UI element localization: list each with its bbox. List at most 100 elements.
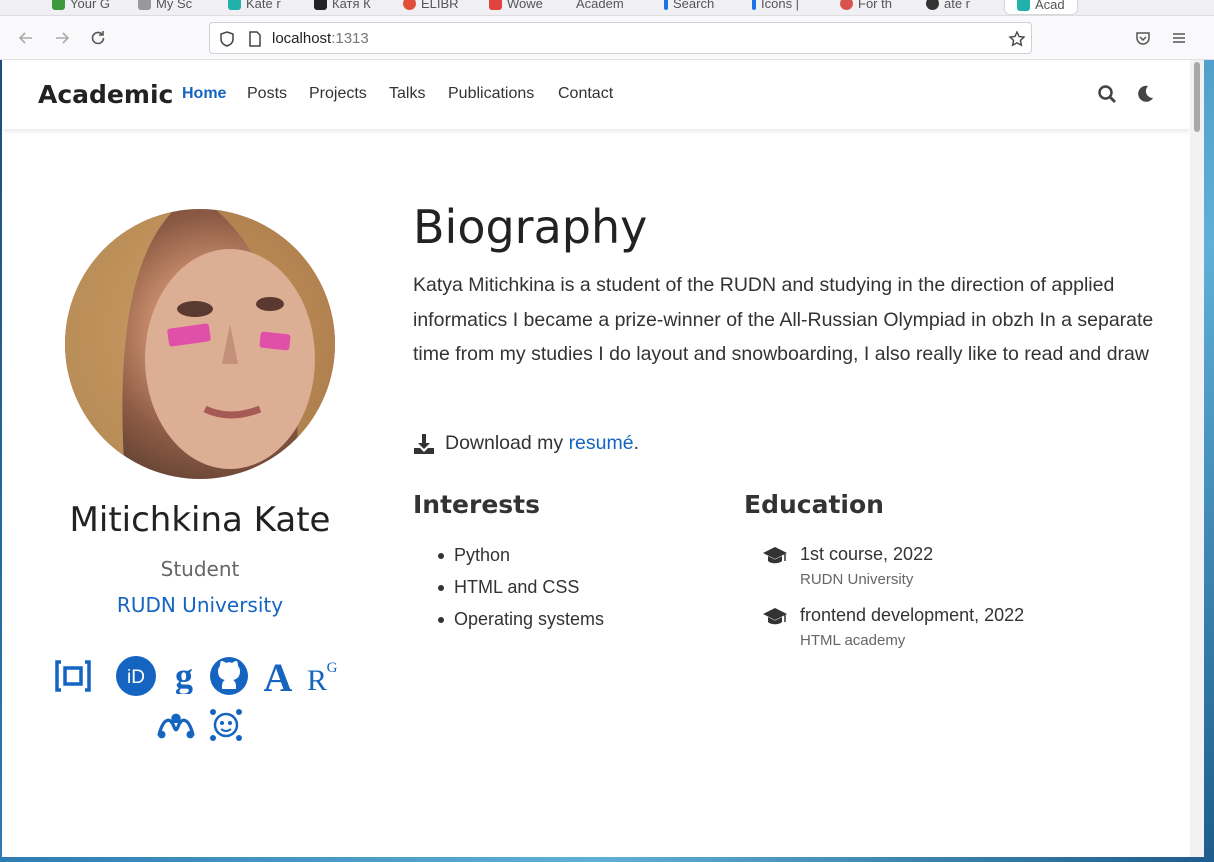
tab-favicon-icon [1017,0,1030,11]
graduation-cap-icon [763,547,787,564]
tab-favicon-icon [664,0,668,10]
browser-tab-bar: Your G My Sc Kate r Катя К ELIBR Wowe Ac… [0,0,1214,16]
browser-tab[interactable]: ate r [926,0,970,12]
profile-role: Student [160,557,240,581]
mendeley-link[interactable] [156,705,196,745]
browser-tab-active[interactable]: Acad [1005,0,1077,14]
svg-text:R: R [307,664,327,695]
github-icon [210,657,248,695]
google-scholar-link[interactable]: g [164,656,204,696]
interest-item: HTML and CSS [438,577,579,598]
browser-tab[interactable]: Wowe [489,0,543,12]
browser-tab[interactable]: My Sc [138,0,192,12]
tab-favicon-icon [314,0,327,10]
education-title: Education [744,490,884,519]
profile-organization[interactable]: RUDN University [2,593,398,617]
svg-text:G: G [327,660,338,676]
page-scrollbar[interactable] [1190,60,1204,857]
avatar-portrait [65,209,335,479]
education-item: 1st course, 2022 RUDN University [762,544,933,588]
tab-favicon-icon [840,0,853,10]
interests-title: Interests [413,490,541,519]
interest-label: Python [454,545,511,565]
tab-label: Search [673,0,715,11]
resume-link[interactable]: resumé [569,432,634,454]
url-bar[interactable]: localhost:1313 [209,22,1032,54]
browser-tab[interactable]: Your G [52,0,110,12]
tab-favicon-icon [228,0,241,10]
tab-favicon-icon [52,0,65,10]
arrow-left-icon [18,32,32,44]
moon-icon[interactable] [1135,84,1155,104]
education-course: 1st course, 2022 [800,544,934,564]
search-icon[interactable] [1097,84,1117,104]
nav-home[interactable]: Home [182,85,226,103]
nav-contact[interactable]: Contact [558,85,613,103]
tab-label: For th [858,0,892,11]
bullet-icon [438,584,444,591]
google-scholar-icon: g [175,658,193,694]
svg-text:iD: iD [127,667,145,688]
tab-label: ate r [944,0,971,11]
browser-tab[interactable]: Search [664,0,714,12]
tab-favicon-icon [489,0,502,10]
download-resume: Download my resumé. [413,432,639,455]
url-port: :1313 [331,29,369,47]
education-item: frontend development, 2022 HTML academy [762,605,1024,649]
nav-posts[interactable]: Posts [247,85,287,103]
pocket-button[interactable] [1129,24,1157,52]
site-header: Academic Home Posts Projects Talks Publi… [2,60,1190,129]
nav-talks[interactable]: Talks [389,85,425,103]
scrollbar-thumb[interactable] [1194,62,1200,132]
nav-publications[interactable]: Publications [448,85,534,103]
interest-label: HTML and CSS [454,577,580,597]
svg-text:A: A [264,657,293,695]
tab-label: Acad [1035,0,1065,12]
interest-item: Operating systems [438,609,604,630]
education-institution: HTML academy [800,632,906,649]
biography-title: Biography [413,200,648,254]
menu-button[interactable] [1165,24,1193,52]
page-icon[interactable] [246,30,264,48]
interest-label: Operating systems [454,609,605,629]
browser-tab[interactable]: Kate r [228,0,281,12]
kaggle-link[interactable] [206,705,246,745]
bookmark-star-icon[interactable] [1008,30,1026,48]
arrow-right-icon [56,32,70,44]
reload-button[interactable] [84,24,112,52]
email-link[interactable] [53,656,93,696]
nav-projects[interactable]: Projects [309,85,367,103]
back-button[interactable] [12,24,40,52]
browser-tab[interactable]: Катя К [314,0,371,12]
tab-favicon-icon [752,0,756,10]
academia-link[interactable]: A [258,656,298,696]
tab-label: ELIBR [421,0,459,11]
mendeley-icon [157,713,195,739]
tab-label: My Sc [156,0,193,11]
email-icon [55,660,91,692]
tab-label: Your G [70,0,110,11]
pocket-icon [1136,32,1150,45]
tab-favicon-icon [926,0,939,10]
browser-tab[interactable]: Academ [576,0,624,12]
tab-label: Icons | [761,0,800,11]
orcid-icon: iD [116,656,156,696]
interest-item: Python [438,545,510,566]
site-brand[interactable]: Academic [38,80,173,109]
profile-name: Mitichkina Kate [69,500,331,540]
reload-icon [91,31,105,45]
kaggle-icon [210,709,242,741]
browser-tab[interactable]: For th [840,0,892,12]
bullet-icon [438,552,444,559]
biography-text: Katya Mitichkina is a student of the RUD… [413,274,1154,365]
researchgate-link[interactable]: RG [302,656,342,696]
browser-toolbar: localhost:1313 [0,16,1214,60]
browser-tab[interactable]: ELIBR [403,0,459,12]
url-host: localhost [272,29,332,47]
orcid-link[interactable]: iD [116,656,156,696]
browser-tab[interactable]: Icons | [752,0,799,12]
forward-button[interactable] [48,24,76,52]
shield-icon[interactable] [218,30,236,48]
download-prefix: Download my [445,432,569,454]
github-link[interactable] [209,656,249,696]
